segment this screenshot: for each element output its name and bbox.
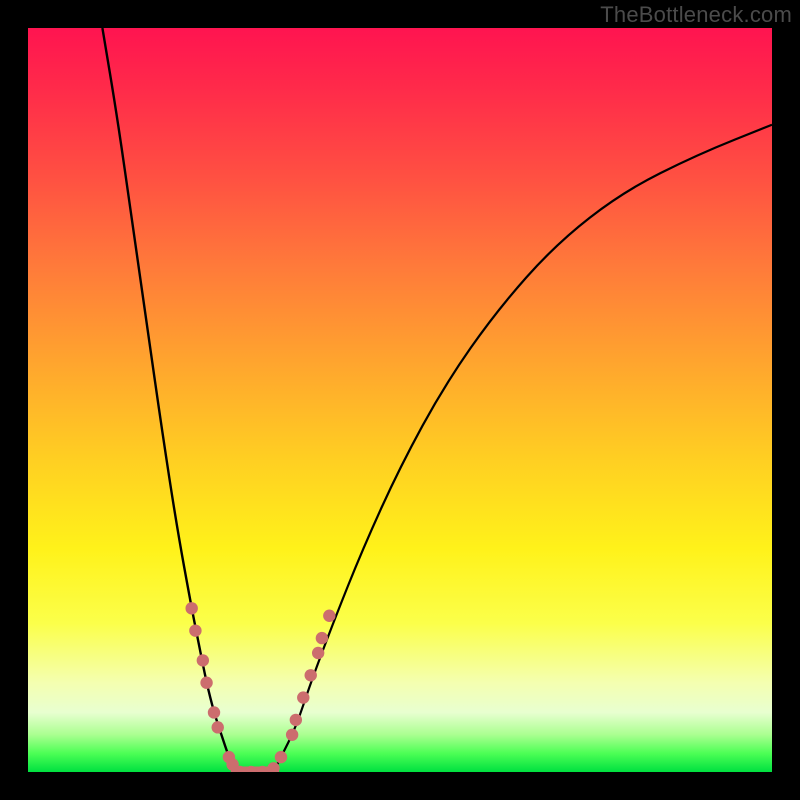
bead	[197, 654, 209, 666]
bead	[297, 691, 309, 703]
bead	[316, 632, 328, 644]
bead	[305, 669, 317, 681]
left-branch-path	[102, 28, 236, 772]
bead	[208, 706, 220, 718]
bead	[212, 721, 224, 733]
beads-group	[185, 602, 335, 772]
bead	[290, 714, 302, 726]
outer-frame: TheBottleneck.com	[0, 0, 800, 800]
bead	[275, 751, 287, 763]
bead	[323, 610, 335, 622]
bottleneck-curve	[28, 28, 772, 772]
bead	[200, 677, 212, 689]
plot-area	[28, 28, 772, 772]
bead	[185, 602, 197, 614]
right-branch-path	[274, 125, 772, 772]
watermark-text: TheBottleneck.com	[600, 2, 792, 28]
bead	[312, 647, 324, 659]
bead	[189, 624, 201, 636]
bead	[286, 729, 298, 741]
